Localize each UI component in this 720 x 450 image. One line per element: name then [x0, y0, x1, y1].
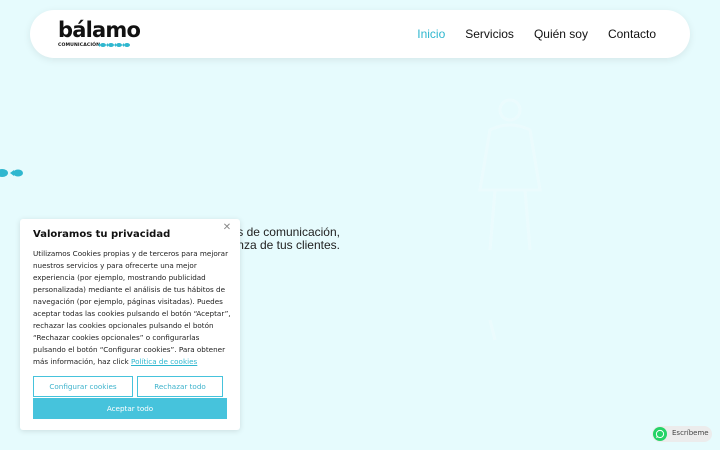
- cookie-title: Valoramos tu privacidad: [33, 229, 171, 240]
- whatsapp-chat-button[interactable]: Escríbeme: [652, 426, 712, 442]
- cookie-banner: Valoramos tu privacidad ✕ Utilizamos Coo…: [20, 219, 240, 430]
- brand-wordmark: bálamo: [58, 18, 141, 42]
- cookie-description: Utilizamos Cookies propias y de terceros…: [33, 248, 231, 368]
- fish-icon: [98, 43, 130, 47]
- close-icon[interactable]: ✕: [221, 222, 233, 234]
- nav-item-inicio[interactable]: Inicio: [417, 27, 445, 41]
- cookie-policy-link[interactable]: Política de cookies: [131, 357, 197, 366]
- site-header: bálamo COMUNICACIÓN Inicio Servicios Qui…: [30, 10, 690, 58]
- brand-logo[interactable]: bálamo COMUNICACIÓN: [58, 18, 148, 52]
- nav-item-quien-soy[interactable]: Quién soy: [534, 27, 588, 41]
- configure-cookies-button[interactable]: Configurar cookies: [33, 376, 133, 397]
- fish-icon: [0, 169, 23, 177]
- nav-item-servicios[interactable]: Servicios: [465, 27, 514, 41]
- background-illustration: [478, 98, 542, 341]
- whatsapp-icon: [653, 427, 667, 441]
- nav-item-contacto[interactable]: Contacto: [608, 27, 656, 41]
- cookie-body-text: Utilizamos Cookies propias y de terceros…: [33, 249, 231, 366]
- main-nav: Inicio Servicios Quién soy Contacto: [417, 10, 656, 58]
- brand-tagline: COMUNICACIÓN: [58, 43, 101, 48]
- whatsapp-label: Escríbeme: [672, 429, 709, 437]
- reject-all-button[interactable]: Rechazar todo: [137, 376, 223, 397]
- accept-all-button[interactable]: Aceptar todo: [33, 398, 227, 419]
